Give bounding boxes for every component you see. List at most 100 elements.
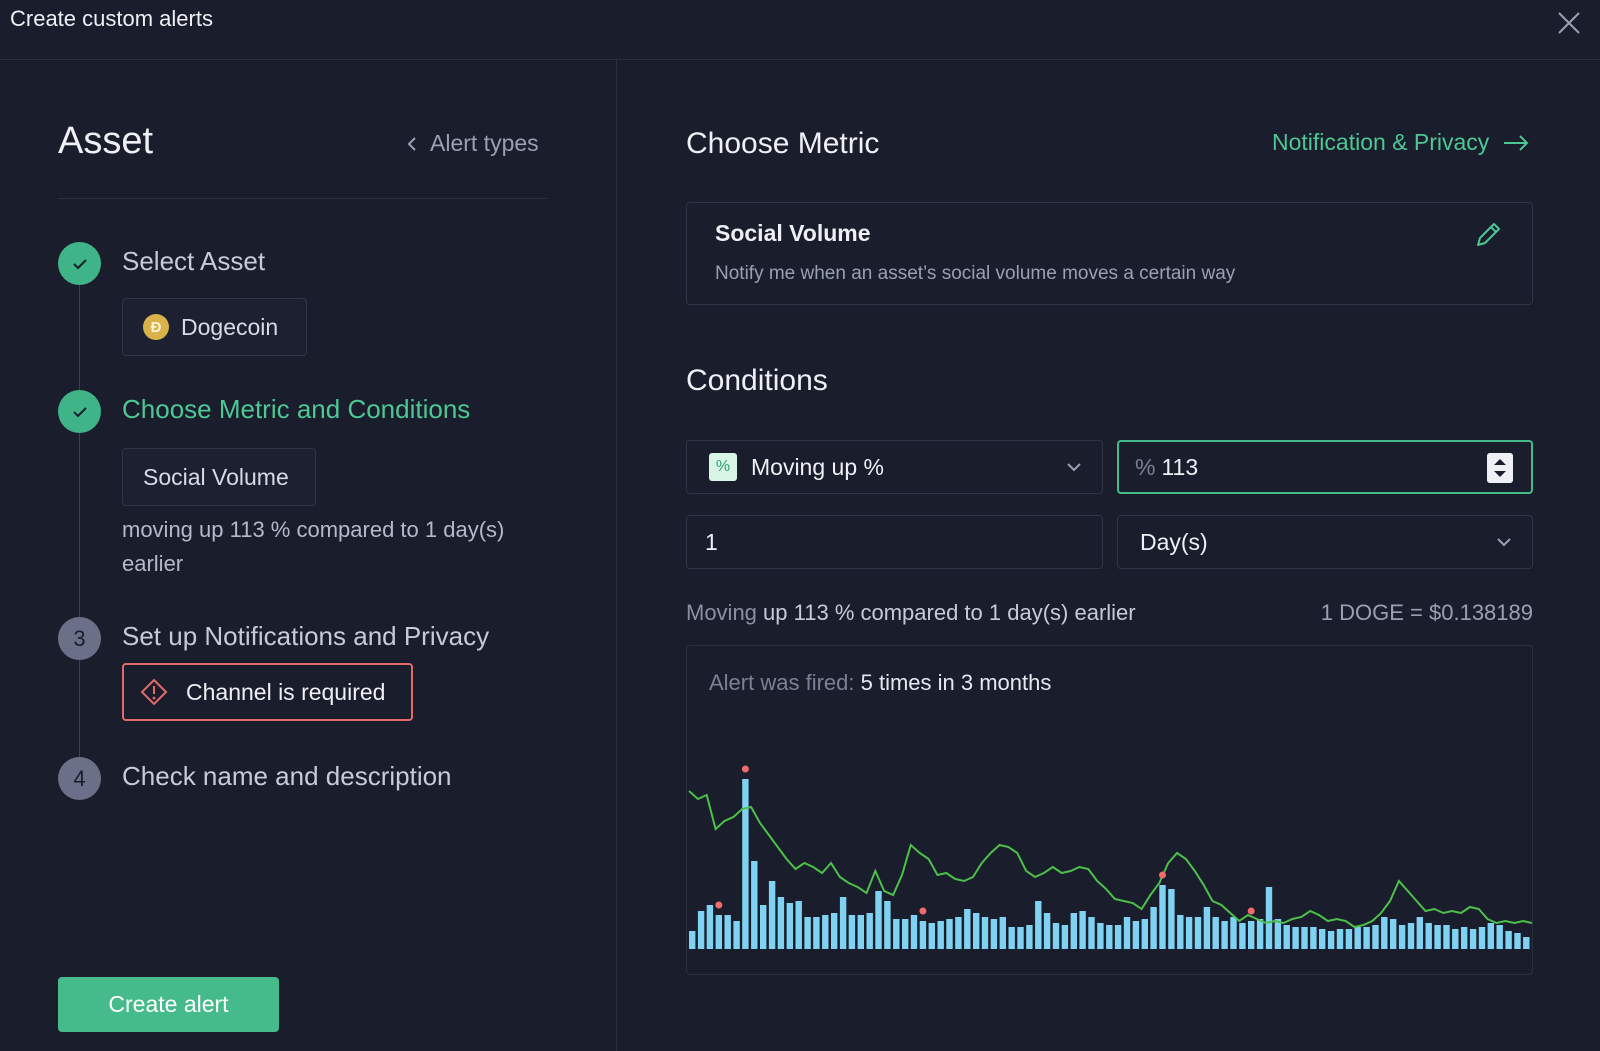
volume-bar — [1336, 929, 1344, 949]
volume-bar — [786, 903, 793, 949]
time-unit-select[interactable]: Day(s) — [1117, 515, 1533, 569]
pencil-icon[interactable] — [1472, 219, 1504, 251]
volume-bar — [1088, 917, 1095, 949]
volume-bar — [902, 919, 909, 949]
price-line — [688, 790, 1532, 929]
volume-bar — [1194, 917, 1202, 949]
volume-bar — [1310, 927, 1317, 949]
time-unit-value: Day(s) — [1140, 528, 1208, 555]
volume-bar — [1372, 925, 1379, 949]
volume-bar — [1496, 925, 1503, 949]
channel-error[interactable]: Channel is required — [122, 663, 413, 721]
volume-bar — [1292, 927, 1299, 949]
left-panel-title: Asset — [58, 120, 154, 162]
volume-bar — [839, 897, 847, 949]
alert-signal-dot — [741, 765, 749, 773]
volume-bar — [981, 917, 989, 949]
volume-bar — [848, 915, 856, 949]
condition-summary: Moving up 113 % compared to 1 day(s) ear… — [686, 600, 1136, 626]
number-stepper-icon[interactable] — [1487, 453, 1513, 483]
step-4-title[interactable]: Check name and description — [122, 761, 452, 792]
volume-bar — [1478, 927, 1486, 949]
volume-bar — [1469, 929, 1477, 949]
volume-bar — [946, 919, 953, 949]
time-value-input[interactable]: 1 — [686, 515, 1103, 569]
volume-bar — [1461, 927, 1468, 949]
create-alert-button[interactable]: Create alert — [58, 977, 279, 1032]
volume-bar — [1203, 907, 1211, 949]
channel-error-label: Channel is required — [186, 678, 386, 705]
volume-bar — [1052, 923, 1060, 949]
volume-bar — [1345, 929, 1353, 949]
close-icon[interactable] — [1556, 10, 1582, 36]
notification-privacy-link[interactable]: Notification & Privacy — [1272, 129, 1529, 156]
metric-name: Social Volume — [715, 220, 871, 246]
volume-bar — [724, 915, 731, 949]
percent-value: 113 — [1161, 453, 1199, 480]
metric-description: Notify me when an asset’s social volume … — [715, 263, 1236, 284]
step-4-number: 4 — [58, 757, 101, 800]
alert-types-link[interactable]: Alert types — [406, 130, 539, 157]
volume-bar — [1239, 923, 1246, 949]
price-label: 1 DOGE = $0.138189 — [1320, 600, 1533, 625]
alert-signal-dot — [715, 901, 723, 909]
time-value: 1 — [705, 528, 718, 555]
volume-bar — [822, 915, 829, 949]
step-1-check-icon — [58, 242, 101, 285]
volume-bar — [955, 917, 962, 949]
volume-bar — [1301, 927, 1308, 949]
volume-bar — [1283, 925, 1290, 949]
volume-bar — [884, 901, 891, 949]
metric-chip[interactable]: Social Volume — [122, 448, 316, 506]
asset-chip[interactable]: Ð Dogecoin — [122, 298, 307, 356]
panel-divider — [616, 60, 617, 1051]
volume-bar — [1434, 925, 1441, 949]
volume-bar — [1177, 915, 1184, 949]
volume-bar — [1452, 929, 1459, 949]
volume-bar — [1274, 919, 1282, 949]
volume-bar — [1141, 919, 1148, 949]
volume-bar — [795, 901, 802, 949]
metric-card: Social Volume Notify me when an asset’s … — [686, 202, 1533, 305]
alert-types-label: Alert types — [430, 130, 539, 156]
step-3-title[interactable]: Set up Notifications and Privacy — [122, 621, 489, 652]
asset-chip-label: Dogecoin — [181, 313, 279, 340]
volume-bar — [1523, 937, 1530, 949]
volume-bar — [1026, 925, 1033, 949]
volume-bar — [866, 913, 873, 949]
volume-bar — [1123, 917, 1131, 949]
volume-bar — [1398, 925, 1406, 949]
volume-bar — [1505, 931, 1512, 949]
arrow-right-icon — [1504, 134, 1529, 151]
volume-bar — [831, 913, 838, 949]
volume-bar — [1381, 917, 1388, 949]
left-separator — [58, 198, 547, 199]
social-volume-chart — [688, 765, 1532, 949]
volume-bar — [1035, 901, 1042, 949]
operation-value: Moving up % — [751, 453, 884, 480]
volume-bar — [999, 917, 1006, 949]
alert-signal-dot — [1247, 907, 1255, 915]
volume-bar — [1061, 925, 1069, 949]
step-2-check-icon — [58, 390, 101, 433]
volume-bar — [1354, 927, 1361, 949]
volume-bar — [1319, 929, 1326, 949]
chevron-down-icon — [1067, 463, 1081, 472]
volume-bar — [1256, 919, 1264, 949]
operation-select[interactable]: % Moving up % — [686, 440, 1103, 494]
alert-signal-dot — [919, 907, 927, 915]
volume-bar — [990, 919, 998, 949]
step-1-title[interactable]: Select Asset — [122, 246, 265, 277]
modal-title: Create custom alerts — [10, 6, 213, 31]
volume-bar — [1185, 917, 1193, 949]
warning-icon — [140, 678, 168, 706]
chevron-left-icon — [407, 136, 416, 151]
step-2-title[interactable]: Choose Metric and Conditions — [122, 394, 470, 425]
volume-bar — [1079, 911, 1086, 949]
choose-metric-title: Choose Metric — [686, 127, 880, 160]
volume-bar — [1265, 887, 1273, 949]
percent-input[interactable]: % 113 — [1117, 440, 1533, 494]
volume-bar — [1425, 923, 1432, 949]
volume-bar — [1221, 921, 1228, 949]
percent-icon: % — [709, 453, 737, 481]
